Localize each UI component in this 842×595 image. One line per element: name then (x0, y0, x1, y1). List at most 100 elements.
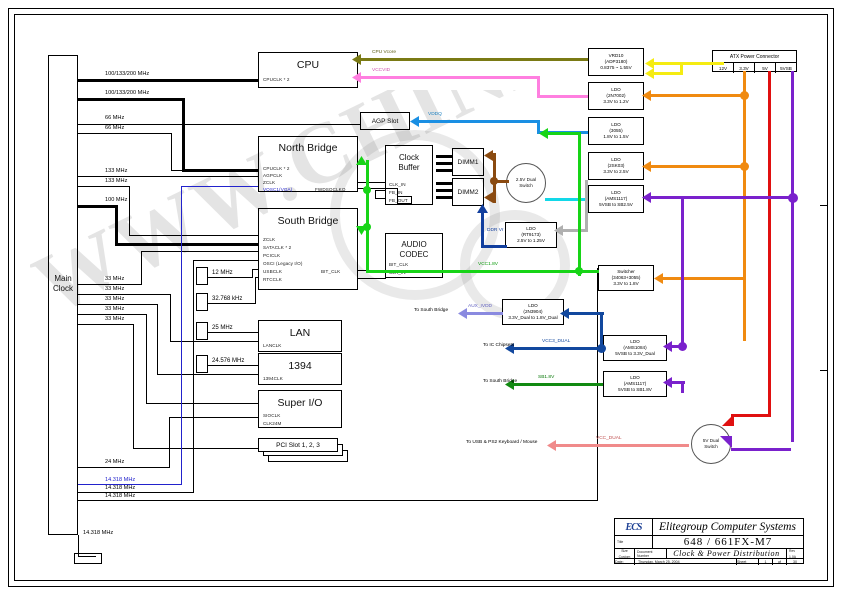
clk-label-6: 100 MHz (104, 197, 129, 203)
arrow-3055-in (539, 128, 548, 139)
sio-pin-clk24m: CLK24M (263, 421, 282, 426)
power-block-ldo-2sk03[interactable]: LDO (2SK03) 3.3V to 2.5V (588, 152, 644, 180)
wire-sata-v (115, 205, 118, 245)
power-block-vrd10[interactable]: VRD10 (ADP3180) 0.8375 ~ 1.55V (588, 48, 644, 76)
wire-sata-h2 (115, 243, 258, 246)
arrow-purple-5vsw (720, 436, 732, 448)
wire-fb-h2 (375, 198, 386, 199)
wire-cpuclk-1 (78, 79, 258, 82)
junction-vcc3dual (597, 344, 606, 353)
sb-pin-rtcclk: RTCCLK (263, 277, 282, 282)
label-vcc18v: VCC1.8V (478, 262, 498, 267)
power-block-ldo-rt9173[interactable]: LDO (RT9173) 2.5V to 1.25V (505, 222, 557, 248)
crystal-24576[interactable] (196, 355, 208, 373)
clk-label-7: 33 MHz (104, 276, 126, 282)
cpu-title: CPU (296, 59, 320, 71)
wire-dimm1-c (436, 169, 452, 172)
block-pci-slots[interactable]: PCI Slot 1, 2, 3 (258, 438, 358, 468)
net-red-v (768, 71, 771, 417)
arrow-cpu-vcore (352, 54, 361, 65)
wire-33-c-h2 (157, 374, 258, 375)
net-orange-h3 (660, 277, 746, 280)
doc-number-label: Document Number (637, 549, 653, 558)
crystal-12mhz[interactable] (196, 267, 208, 285)
clk-label-4: 133 MHz (104, 168, 129, 174)
arrow-purple-2 (663, 341, 672, 352)
ldo3055-line3: 1.8V to 1.5V (603, 134, 629, 139)
block-clock-buffer[interactable]: Clock Buffer CLK_IN FB_IN FB_OUT (385, 145, 433, 205)
block-cpu[interactable]: CPU CPUCLK * 2 (258, 52, 358, 88)
sw5-line2: Switch (704, 444, 718, 449)
wire-33-d-v (146, 314, 147, 404)
super-io-title: Super I/O (277, 397, 323, 409)
net-gray-h (560, 229, 588, 232)
wire-1431-blue-v (181, 186, 182, 485)
arrow-orange-3 (654, 273, 663, 284)
power-block-ldo-ams1117-sb18[interactable]: LDO (AMS1117) 5VSB to SB1.8V (603, 371, 667, 397)
block-south-bridge[interactable]: South Bridge ZCLK SATACLK * 2 PCICLK OSC… (258, 208, 358, 290)
power-block-ldo-ams1084[interactable]: LDO (AMS1084) 5VSB to 3.3V_Dual (603, 335, 667, 361)
crystal-24576-label: 24.576 MHz (211, 358, 246, 364)
date-label: Date: (615, 560, 624, 564)
block-agp-slot[interactable]: AGP Slot (360, 112, 410, 130)
cb-pin-fbin: FB_IN (389, 190, 403, 195)
sb-pin-sataclk: SATACLK * 2 (263, 245, 292, 250)
nb-pin-vosc1: VOSC1(VGA) (263, 187, 293, 192)
block-lan[interactable]: LAN LANCLK (258, 320, 342, 352)
main-clock-block[interactable]: Main Clock (48, 55, 78, 535)
switch-2v5-dual[interactable]: 2.5V Dual Switch (506, 163, 546, 203)
wire-1431-b-h2 (193, 260, 258, 261)
clk-label-xtal: 14.318 MHz (82, 530, 115, 536)
net-yellow-h1 (652, 62, 724, 65)
title-block-doc-row: Size Custom Document Number Clock & Powe… (615, 549, 803, 559)
net-green-to-switcher (581, 270, 599, 273)
block-super-io[interactable]: Super I/O SIOCLK CLK24M (258, 390, 342, 428)
junction-purple-1 (788, 193, 798, 203)
border-tick-right-2 (820, 370, 828, 371)
clk-label-13: 14.318 MHz (104, 477, 137, 483)
nb-pin-fwdsoclko: FWDSOCLKO (315, 187, 346, 192)
power-block-ldo-2n7002[interactable]: LDO (2N7002) 3.3V to 1.2V (588, 82, 644, 110)
clk-label-12: 24 MHz (104, 459, 126, 465)
power-block-ldo-2n3904[interactable]: LDO (2N3904) 3.3V_Dual to 1.8V_Dual (502, 299, 564, 325)
block-north-bridge[interactable]: North Bridge CPUCLK * 2 AGPCLK ZCLK VOSC… (258, 136, 358, 192)
sb-pin-pciclk: PCICLK (263, 253, 281, 258)
title-block-model-row: Title 648 / 661FX-M7 (615, 536, 803, 549)
sio-pin-sioclk: SIOCLK (263, 413, 281, 418)
wire-33-a-v (141, 251, 142, 285)
clk-label-0: 100/133/200 MHz (104, 71, 151, 77)
sheet-label: Sheet (737, 560, 747, 564)
clk-label-1: 100/133/200 MHz (104, 90, 151, 96)
net-vcc-dual-h (555, 444, 689, 447)
title-block: ECS Elitegroup Computer Systems Title 64… (614, 518, 804, 565)
net-purple-v2 (681, 196, 684, 348)
crystal-12mhz-label: 12 MHz (211, 270, 234, 276)
sb-pin-osci: OSCI (Legacy I/O) (263, 261, 303, 266)
pci-slot-1[interactable]: PCI Slot 1, 2, 3 (258, 438, 338, 452)
crystal-25mhz-label: 25 MHz (211, 325, 234, 331)
block-dimm1[interactable]: DIMM1 (452, 148, 484, 176)
arrow-purple-1 (642, 192, 651, 203)
ldort9173-line3: 2.5V to 1.25V (517, 238, 545, 243)
power-block-ldo-3055[interactable]: LDO (3055) 1.8V to 1.5V (588, 117, 644, 145)
crystal-32khz[interactable] (196, 293, 208, 311)
border-tick-right-1 (820, 205, 828, 206)
arrow-vcc-dual (547, 440, 556, 451)
net-orange-h1 (648, 94, 746, 97)
block-dimm2[interactable]: DIMM2 (452, 178, 484, 206)
power-block-ldo-ams1117-sb25[interactable]: LDO (AMS1117) 5VSB to SB2.5V (588, 185, 644, 213)
clk-label-15: 14.318 MHz (104, 493, 137, 499)
arrow-red-5vsw (722, 414, 734, 426)
audio-codec-title-2: CODEC (399, 250, 429, 259)
main-clock-crystal[interactable] (74, 553, 102, 564)
atx-power-connector[interactable]: ATX Power Connector 12V 3.3V 5V 5VSB (712, 50, 797, 73)
net-purple-sw-h (731, 448, 791, 451)
crystal-25mhz[interactable] (196, 322, 208, 340)
arrow-purple-3 (663, 377, 672, 388)
net-aux-ivdd (465, 312, 503, 315)
junction-green-left (363, 186, 371, 194)
net-sb25-h (545, 198, 588, 201)
power-block-switcher[interactable]: Switcher (34063+3055) 3.3V to 1.8V (598, 265, 654, 291)
wire-xtal24576-h (208, 365, 258, 366)
block-1394[interactable]: 1394 1394CLK (258, 353, 342, 385)
